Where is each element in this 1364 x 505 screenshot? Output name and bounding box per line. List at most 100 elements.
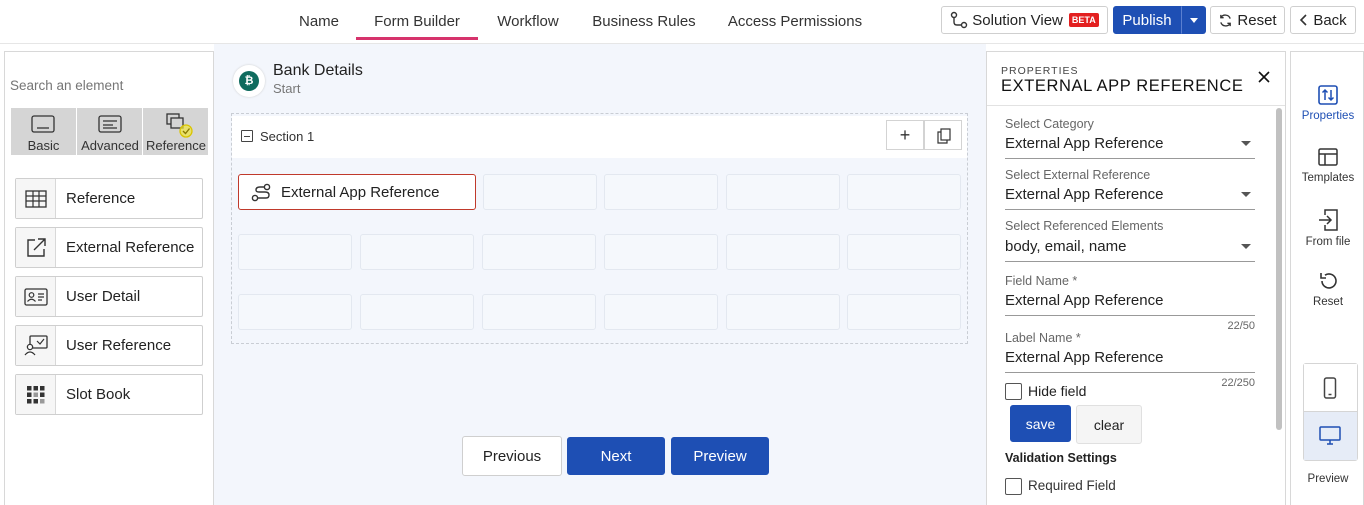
element-user-reference[interactable]: User Reference [15,325,203,366]
refresh-icon [1218,13,1233,28]
form-icon [98,115,122,133]
close-icon[interactable] [1258,71,1270,83]
field-name-value: External App Reference [1005,292,1164,309]
properties-icon [1291,84,1364,106]
empty-cell[interactable] [360,234,474,270]
chevron-left-icon [1299,14,1309,26]
tab-name[interactable]: Name [290,0,348,40]
form-subtitle: Start [273,81,301,96]
element-reference-label: Reference [66,190,136,207]
back-button[interactable]: Back [1290,6,1356,34]
dropdown-caret-icon [1241,192,1251,197]
empty-cell[interactable] [726,174,840,210]
hide-field-label: Hide field [1028,383,1087,399]
rail-properties[interactable]: Properties [1291,84,1364,122]
solution-view-label: Solution View [972,11,1063,29]
select-referenced-value: body, email, name [1005,238,1127,255]
select-category-value: External App Reference [1005,135,1164,152]
rail-from-file[interactable]: From file [1291,208,1364,248]
section-header: Section 1 + [232,116,967,158]
select-referenced-dropdown[interactable]: body, email, name [987,235,1267,263]
empty-cell[interactable] [482,294,596,330]
rail-reset-label: Reset [1312,296,1344,308]
properties-scrollbar[interactable] [1276,108,1282,430]
user-screen-icon [16,326,56,365]
rail-templates[interactable]: Templates [1291,146,1364,184]
rail-reset[interactable]: Reset [1291,270,1364,308]
reset-button[interactable]: Reset [1210,6,1285,34]
form-title: Bank Details [273,62,363,79]
tab-access-permissions[interactable]: Access Permissions [720,0,870,40]
tab-business-rules[interactable]: Business Rules [584,0,704,40]
field-name-input[interactable]: External App Reference [987,289,1267,317]
element-user-reference-label: User Reference [66,337,172,354]
empty-cell[interactable] [604,174,718,210]
empty-cell[interactable] [847,174,961,210]
grid-icon [16,375,56,414]
undo-icon [1291,270,1364,292]
bitcoin-icon: ₿ [233,65,265,97]
tab-workflow[interactable]: Workflow [486,0,570,40]
publish-dropdown-button[interactable] [1181,6,1206,34]
category-advanced[interactable]: Advanced [76,108,142,155]
required-field-checkbox[interactable] [1005,478,1022,495]
empty-cell[interactable] [604,234,718,270]
copy-icon [937,128,951,144]
solution-view-button[interactable]: Solution View BETA [941,6,1108,34]
label-name-input[interactable]: External App Reference [987,346,1267,374]
empty-cell[interactable] [726,294,840,330]
label-name-counter: 22/250 [1221,377,1255,389]
element-user-detail[interactable]: User Detail [15,276,203,317]
category-advanced-label: Advanced [81,138,139,153]
back-label: Back [1313,11,1347,29]
element-slot-book[interactable]: Slot Book [15,374,203,415]
import-file-icon [1291,208,1364,232]
empty-cell[interactable] [847,294,961,330]
placed-external-app-reference[interactable]: External App Reference [238,174,476,210]
element-external-reference[interactable]: External Reference [15,227,203,268]
empty-cell[interactable] [847,234,961,270]
properties-panel: PROPERTIES EXTERNAL APP REFERENCE Select… [986,51,1286,505]
empty-cell[interactable] [238,234,352,270]
mobile-icon [1323,377,1337,399]
id-card-icon [16,277,56,316]
previous-button[interactable]: Previous [462,436,562,476]
input-field-icon [31,115,55,133]
element-reference[interactable]: Reference [15,178,203,219]
desktop-preview-button[interactable] [1304,412,1357,460]
empty-cell[interactable] [604,294,718,330]
rail-properties-label: Properties [1301,110,1355,122]
category-reference[interactable]: Reference [142,108,208,155]
empty-cell[interactable] [482,234,596,270]
hide-field-checkbox[interactable] [1005,383,1022,400]
required-field-label: Required Field [1028,478,1116,493]
route-icon [251,183,273,203]
field-name-label: Field Name * [1005,274,1078,288]
add-field-button[interactable]: + [886,120,924,150]
rail-from-file-label: From file [1305,236,1351,248]
clear-button[interactable]: clear [1076,405,1142,444]
select-external-dropdown[interactable]: External App Reference [987,183,1267,211]
collapse-icon[interactable] [241,130,253,142]
save-button[interactable]: save [1010,405,1071,442]
form-canvas: ₿ Bank Details Start Section 1 + Externa… [214,44,986,505]
reset-label: Reset [1237,11,1277,29]
dropdown-caret-icon [1241,244,1251,249]
preview-button[interactable]: Preview [671,437,769,475]
external-link-icon [16,228,56,267]
select-category-dropdown[interactable]: External App Reference [987,132,1267,160]
preview-device-switcher [1303,363,1358,461]
tab-form-builder[interactable]: Form Builder [356,0,478,40]
publish-button[interactable]: Publish [1113,6,1181,34]
next-button[interactable]: Next [567,437,665,475]
validation-heading: Validation Settings [1005,451,1117,465]
empty-cell[interactable] [483,174,597,210]
workflow-icon [950,11,968,29]
copy-section-button[interactable] [924,120,962,150]
search-input[interactable] [10,74,205,96]
mobile-preview-button[interactable] [1304,364,1357,412]
empty-cell[interactable] [238,294,352,330]
empty-cell[interactable] [360,294,474,330]
empty-cell[interactable] [726,234,840,270]
category-basic[interactable]: Basic [11,108,76,155]
